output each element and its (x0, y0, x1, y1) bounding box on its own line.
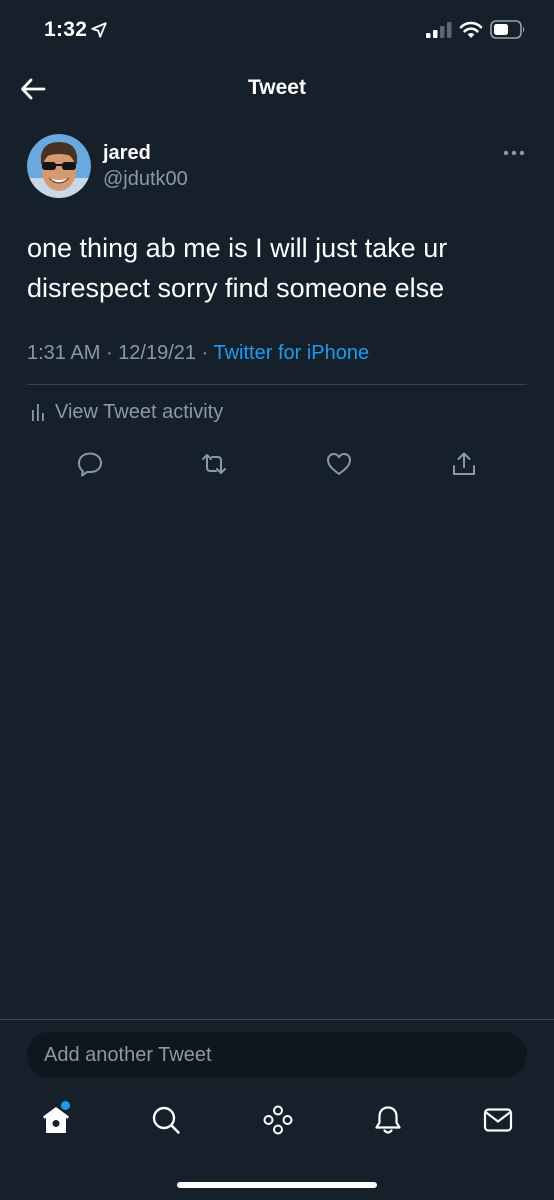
author-handle[interactable]: @jdutk00 (103, 168, 188, 191)
view-tweet-activity-link[interactable]: View Tweet activity (27, 398, 223, 426)
author-name[interactable]: jared (103, 142, 151, 165)
cellular-signal-icon (426, 22, 452, 38)
meta-separator: · (201, 342, 209, 364)
location-arrow-icon (91, 22, 107, 38)
composer-divider (0, 1019, 554, 1020)
home-indicator (177, 1182, 377, 1188)
retweet-icon[interactable] (200, 450, 228, 478)
search-icon[interactable] (150, 1104, 182, 1136)
tweet-date: 12/19/21 (118, 342, 197, 364)
more-options-icon[interactable] (500, 144, 528, 162)
notifications-icon[interactable] (372, 1104, 404, 1136)
like-icon[interactable] (325, 450, 353, 478)
share-icon[interactable] (450, 450, 478, 478)
page-title: Tweet (248, 76, 306, 99)
header: Tweet (0, 64, 554, 114)
tweet-source-link[interactable]: Twitter for iPhone (213, 342, 369, 364)
battery-icon (490, 20, 525, 39)
messages-icon[interactable] (482, 1104, 514, 1136)
add-tweet-input[interactable]: Add another Tweet (27, 1032, 527, 1078)
avatar[interactable] (27, 134, 91, 198)
wifi-icon (459, 21, 483, 38)
meta-separator: · (105, 342, 113, 364)
status-time: 1:32 (44, 18, 88, 41)
view-tweet-activity-label: View Tweet activity (55, 400, 224, 423)
add-tweet-placeholder: Add another Tweet (44, 1043, 212, 1066)
reply-icon[interactable] (76, 450, 104, 478)
tweet-meta: 1:31 AM · 12/19/21 · Twitter for iPhone (27, 342, 369, 365)
tweet-text: one thing ab me is I will just take ur d… (27, 233, 448, 303)
spaces-icon[interactable] (262, 1104, 294, 1136)
divider (27, 384, 527, 385)
analytics-icon (32, 404, 44, 421)
status-bar: 1:32 (0, 0, 554, 64)
home-notification-badge (61, 1101, 70, 1110)
tweet-time: 1:31 AM (27, 342, 101, 364)
